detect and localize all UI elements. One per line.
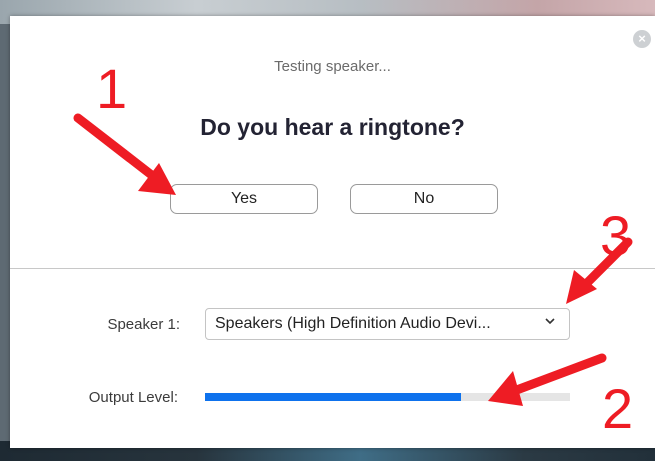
question-heading: Do you hear a ringtone? xyxy=(200,114,465,140)
status-text: Testing speaker... xyxy=(274,58,391,75)
output-level-fill xyxy=(205,393,461,401)
chevron-down-icon xyxy=(544,315,556,329)
audio-test-dialog: × Testing speaker... Do you hear a ringt… xyxy=(10,16,655,448)
speaker-select[interactable]: Speakers (High Definition Audio Devi... xyxy=(205,308,570,340)
section-divider xyxy=(10,268,655,269)
no-button[interactable]: No xyxy=(350,184,498,214)
close-icon[interactable]: × xyxy=(633,30,651,48)
speaker-label: Speaker 1: xyxy=(107,316,180,333)
speaker-select-value: Speakers (High Definition Audio Devi... xyxy=(215,315,491,332)
output-level-meter xyxy=(205,393,570,401)
yes-button[interactable]: Yes xyxy=(170,184,318,214)
output-level-label: Output Level: xyxy=(88,389,178,406)
